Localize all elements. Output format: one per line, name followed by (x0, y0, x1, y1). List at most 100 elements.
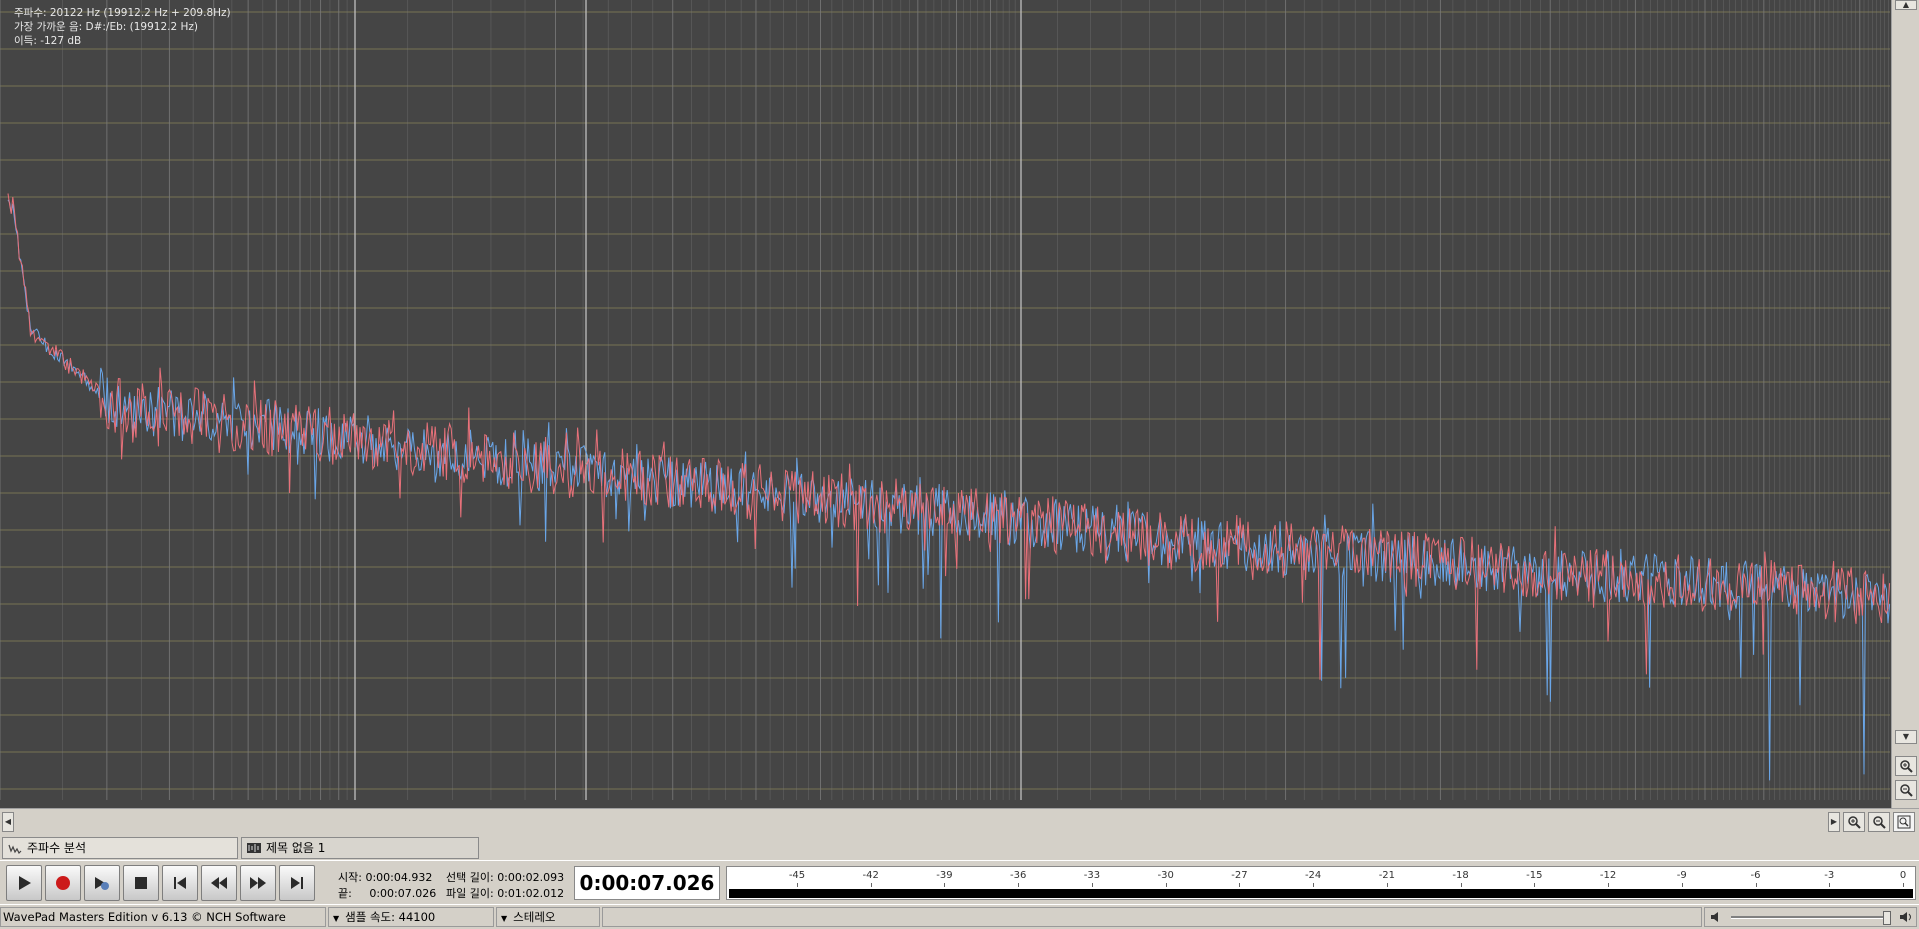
dropdown-arrow-icon: ▼ (501, 914, 508, 923)
frequency-readout: 주파수: 20122 Hz (19912.2 Hz + 209.8Hz) (14, 7, 231, 19)
start-label: 시작: (338, 871, 362, 884)
scroll-left-icon[interactable]: ◀ (2, 812, 14, 832)
rewind-icon (211, 877, 227, 889)
meter-label: -30 (1157, 870, 1174, 881)
meter-tick (1681, 883, 1683, 887)
level-meter-bar (729, 889, 1913, 898)
meter-label: -39 (936, 870, 953, 881)
meter-label: -12 (1599, 870, 1617, 881)
speaker-icon (1711, 912, 1718, 922)
meter-tick (1829, 883, 1831, 887)
horizontal-zoom-in-icon[interactable] (1843, 812, 1865, 832)
dropdown-arrow-icon: ▼ (333, 914, 340, 923)
meter-label: -42 (862, 870, 879, 881)
meter-label: -18 (1452, 870, 1469, 881)
spectrum-icon (8, 844, 22, 855)
tab-frequency-analysis[interactable]: 주파수 분석 (2, 837, 238, 859)
meter-label: -24 (1304, 870, 1322, 881)
vertical-zoom-out-icon[interactable] (1895, 780, 1917, 800)
file-length-value: 0:01:02.012 (497, 887, 565, 900)
left-channel-spectrum (7, 193, 1891, 680)
horizontal-scrollbar[interactable]: ◀ ▶ (0, 808, 1919, 835)
meter-label: 0 (1899, 870, 1907, 881)
play-button[interactable] (6, 865, 42, 901)
meter-label: -3 (1824, 870, 1835, 881)
selection-length-value: 0:00:02.093 (497, 871, 565, 884)
meter-tick (944, 883, 946, 887)
spectrum-view[interactable]: 주파수: 20122 Hz (19912.2 Hz + 209.8Hz) 가장 … (0, 0, 1891, 808)
scroll-right-icon[interactable]: ▶ (1828, 812, 1840, 832)
play-icon (19, 876, 31, 890)
stop-button[interactable] (123, 865, 159, 901)
level-meter: -45 -42 -39 -36 -33 -30 -27 -24 -21 -18 -15 -12 -9 -6… (726, 866, 1916, 900)
gain-readout: 이득: -127 dB (14, 35, 82, 47)
meter-label: -27 (1231, 870, 1248, 881)
selection-length: 선택 길이: 0:00:02.093 (446, 869, 564, 885)
document-tabs: 주파수 분석 제목 없음 1 (0, 834, 1919, 860)
volume-slider-thumb[interactable] (1883, 911, 1891, 925)
skip-end-icon (291, 877, 303, 889)
meter-tick (1313, 883, 1315, 887)
go-to-end-button[interactable] (279, 865, 315, 901)
end-label: 끝: (338, 887, 352, 900)
vertical-scrollbar[interactable]: ▲ ▼ (1891, 0, 1919, 808)
nearest-note-readout: 가장 가까운 음: D#:/Eb: (19912.2 Hz) (14, 21, 199, 33)
meter-tick (1534, 883, 1536, 887)
meter-tick (1091, 883, 1093, 887)
meter-label: -21 (1378, 870, 1396, 881)
start-time: 시작: 0:00:04.932 (338, 869, 432, 885)
meter-tick (1755, 883, 1757, 887)
meter-tick (1018, 883, 1020, 887)
record-icon (56, 876, 70, 890)
rewind-button[interactable] (201, 865, 237, 901)
end-time: 끝: 0:00:07.026 (338, 885, 436, 901)
sample-rate-dropdown[interactable]: ▼ 샘플 속도: 44100 (328, 907, 494, 927)
waveform-icon (247, 843, 261, 853)
meter-label: -6 (1750, 870, 1761, 881)
go-to-start-button[interactable] (162, 865, 198, 901)
start-value: 0:00:04.932 (365, 871, 433, 884)
tab-label: 제목 없음 1 (266, 841, 326, 855)
skip-start-icon (174, 877, 186, 889)
current-time-display: 0:00:07.026 (574, 866, 720, 900)
horizontal-zoom-out-icon[interactable] (1868, 812, 1890, 832)
meter-tick (870, 883, 872, 887)
status-message-area (602, 907, 1702, 927)
meter-label: -36 (1010, 870, 1027, 881)
volume-control (1704, 907, 1917, 927)
right-channel-spectrum (7, 199, 1891, 781)
selection-length-label: 선택 길이: (446, 871, 494, 884)
channels-dropdown[interactable]: ▼ 스테레오 (496, 907, 600, 927)
zoom-fit-icon[interactable] (1893, 812, 1915, 832)
end-value: 0:00:07.026 (369, 887, 437, 900)
file-length: 파일 길이: 0:01:02.012 (446, 885, 564, 901)
meter-label: -9 (1676, 870, 1687, 881)
scroll-down-icon[interactable]: ▼ (1895, 730, 1917, 744)
status-bar: WavePad Masters Edition v 6.13 © NCH Sof… (0, 904, 1919, 929)
transport-bar: 시작: 0:00:04.932 끝: 0:00:07.026 선택 길이: 0:… (0, 860, 1919, 905)
scroll-up-icon[interactable]: ▲ (1895, 0, 1917, 10)
meter-tick (1386, 883, 1388, 887)
channels-value: 스테레오 (513, 910, 556, 924)
app-version: WavePad Masters Edition v 6.13 © NCH Sof… (0, 907, 326, 927)
volume-loud-icon (1900, 912, 1911, 922)
scrub-icon (95, 877, 109, 890)
volume-slider-track[interactable] (1731, 916, 1891, 919)
meter-tick (1608, 883, 1610, 887)
sample-rate-value: 샘플 속도: 44100 (345, 910, 436, 924)
fast-forward-icon (250, 877, 266, 889)
spectrum-canvas (0, 0, 1891, 800)
meter-tick (1165, 883, 1167, 887)
meter-tick (797, 883, 798, 887)
vertical-zoom-in-icon[interactable] (1895, 756, 1917, 776)
stop-icon (135, 877, 147, 889)
file-length-label: 파일 길이: (446, 887, 494, 900)
tab-label: 주파수 분석 (27, 841, 87, 855)
meter-label: -33 (1083, 870, 1101, 881)
tab-untitled-1[interactable]: 제목 없음 1 (241, 837, 479, 859)
record-button[interactable] (45, 865, 81, 901)
fast-forward-button[interactable] (240, 865, 276, 901)
scrub-button[interactable] (84, 865, 120, 901)
meter-label: -45 (788, 870, 806, 881)
meter-tick (1460, 883, 1462, 887)
